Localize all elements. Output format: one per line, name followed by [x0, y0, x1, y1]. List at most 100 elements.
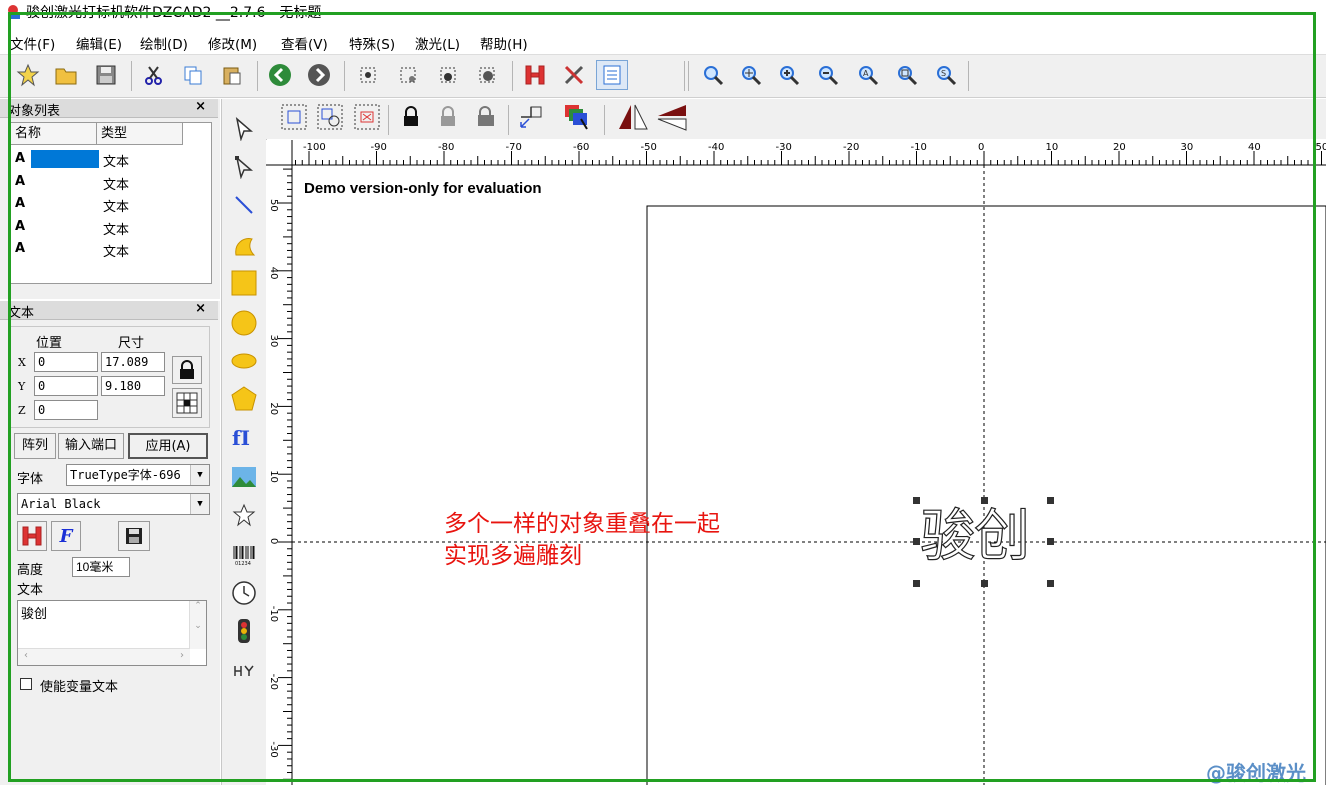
- panel-title: 对象列表: [8, 100, 60, 119]
- ungroup-button[interactable]: [314, 102, 346, 132]
- vector-file-icon: [232, 503, 256, 527]
- font-style-button[interactable]: F: [51, 521, 81, 551]
- delay-tool[interactable]: [228, 655, 260, 687]
- list-item[interactable]: A 文本: [11, 193, 207, 215]
- node-edit-tool[interactable]: [228, 151, 260, 183]
- text-height-field[interactable]: 10毫米: [72, 557, 130, 577]
- barcode-tool[interactable]: 01234: [228, 539, 260, 571]
- line-tool[interactable]: [228, 189, 260, 221]
- list-item[interactable]: A 文本: [11, 216, 207, 238]
- new-file-button[interactable]: [12, 60, 44, 90]
- variable-text-checkbox[interactable]: [20, 678, 32, 690]
- zoom-all-button[interactable]: A: [852, 60, 884, 90]
- menu-draw[interactable]: 绘制(D): [140, 33, 188, 53]
- chevron-down-icon: ▼: [190, 494, 209, 514]
- list-view-button[interactable]: [596, 60, 628, 90]
- menu-file[interactable]: 文件(F): [10, 33, 55, 53]
- zoom-out-button[interactable]: [812, 60, 844, 90]
- height-size-field[interactable]: 9.180: [101, 376, 165, 396]
- close-icon[interactable]: ×: [195, 301, 206, 316]
- menu-laser[interactable]: 激光(L): [415, 33, 460, 53]
- copy-button[interactable]: [177, 60, 209, 90]
- text-content-area[interactable]: 骏创 ⌃⌄ ‹›: [17, 600, 207, 666]
- group-button[interactable]: [278, 102, 310, 132]
- circle-tool[interactable]: [228, 307, 260, 339]
- menu-special[interactable]: 特殊(S): [349, 33, 395, 53]
- open-file-button[interactable]: [50, 60, 82, 90]
- node-edit-button-1[interactable]: [352, 60, 384, 90]
- paste-button[interactable]: [216, 60, 248, 90]
- menu-help[interactable]: 帮助(H): [480, 33, 528, 53]
- menu-view[interactable]: 查看(V): [281, 33, 328, 53]
- zoom-selected-button[interactable]: S: [930, 60, 962, 90]
- column-header-type[interactable]: 类型: [97, 123, 183, 145]
- window-title: 骏创激光打标机软件DZCAD2 __2.7.6 - 无标题: [26, 2, 321, 22]
- text-hatch-button[interactable]: [17, 521, 47, 551]
- zoom-button-2[interactable]: [735, 60, 767, 90]
- close-icon[interactable]: ×: [195, 99, 206, 114]
- list-item[interactable]: A 文本: [11, 171, 207, 193]
- array-button[interactable]: 阵列: [14, 433, 56, 459]
- node-edit-button-3[interactable]: [432, 60, 464, 90]
- node-edit-button-4[interactable]: [471, 60, 503, 90]
- select-tool[interactable]: [228, 113, 260, 145]
- z-position-field[interactable]: 0: [34, 400, 98, 420]
- text-tool-icon: fI: [231, 424, 257, 450]
- rectangle-tool[interactable]: [228, 267, 260, 299]
- position-label: 位置: [36, 332, 62, 351]
- mirror-horizontal-button[interactable]: [617, 102, 649, 132]
- mirror-vertical-button[interactable]: [656, 102, 688, 132]
- column-header-name[interactable]: 名称: [11, 123, 97, 145]
- drawing-canvas[interactable]: -100-90-80-70-60-50-40-30-20-10010203040…: [266, 140, 1326, 785]
- menu-edit[interactable]: 编辑(E): [76, 33, 122, 53]
- vertical-scrollbar[interactable]: ⌃⌄: [189, 601, 206, 649]
- traffic-light-icon: [237, 618, 251, 644]
- reverse-button[interactable]: [515, 102, 547, 132]
- horizontal-scrollbar[interactable]: ‹›: [18, 648, 190, 665]
- io-control-tool[interactable]: [228, 615, 260, 647]
- text-tool[interactable]: fI: [228, 421, 260, 453]
- vector-file-tool[interactable]: [228, 499, 260, 531]
- y-position-field[interactable]: 0: [34, 376, 98, 396]
- width-field[interactable]: 17.089: [101, 352, 165, 372]
- x-position-field[interactable]: 0: [34, 352, 98, 372]
- text-object[interactable]: 骏创: [920, 501, 1028, 573]
- input-port-button[interactable]: 输入端口: [58, 433, 124, 459]
- object-list[interactable]: 名称 类型 A 文本 A 文本 A 文本 A 文本 A 文本: [10, 122, 212, 284]
- zoom-button-1[interactable]: [697, 60, 729, 90]
- font-type-select[interactable]: TrueType字体-696▼: [66, 464, 210, 486]
- save-text-button[interactable]: [118, 521, 150, 551]
- ellipse-tool[interactable]: [228, 345, 260, 377]
- polygon-tool[interactable]: [228, 383, 260, 415]
- zoom-window-button[interactable]: [891, 60, 923, 90]
- selection-highlight: [31, 150, 99, 168]
- zoom-in-button[interactable]: [773, 60, 805, 90]
- image-tool[interactable]: [228, 461, 260, 493]
- redo-button[interactable]: [303, 60, 335, 90]
- unlock-all-button[interactable]: [470, 102, 502, 132]
- menu-modify[interactable]: 修改(M): [208, 33, 257, 53]
- time-tool[interactable]: [228, 577, 260, 609]
- curve-tool[interactable]: [228, 229, 260, 261]
- parameters-button[interactable]: [558, 60, 590, 90]
- delete-in-group-button[interactable]: [351, 102, 383, 132]
- node-edit-button-2[interactable]: [392, 60, 424, 90]
- lock-ratio-button[interactable]: [172, 356, 202, 384]
- svg-text:01234: 01234: [235, 561, 251, 567]
- unlock-object-button[interactable]: [432, 102, 464, 132]
- save-button[interactable]: [90, 60, 122, 90]
- drawing-toolbar: fI 01234: [221, 99, 267, 785]
- list-item[interactable]: A 文本: [11, 238, 207, 260]
- apply-button[interactable]: 应用(A): [128, 433, 208, 459]
- text-content-label: 文本: [17, 579, 43, 598]
- base-point-button[interactable]: [172, 388, 202, 418]
- undo-button[interactable]: [264, 60, 296, 90]
- list-item[interactable]: A 文本: [11, 148, 207, 170]
- hatch-icon: [523, 63, 547, 87]
- cut-button[interactable]: [138, 60, 170, 90]
- lock-object-button[interactable]: [395, 102, 427, 132]
- save-icon: [125, 527, 143, 545]
- font-name-select[interactable]: Arial Black▼: [17, 493, 210, 515]
- layer-order-button[interactable]: [561, 102, 593, 132]
- hatch-button[interactable]: [519, 60, 551, 90]
